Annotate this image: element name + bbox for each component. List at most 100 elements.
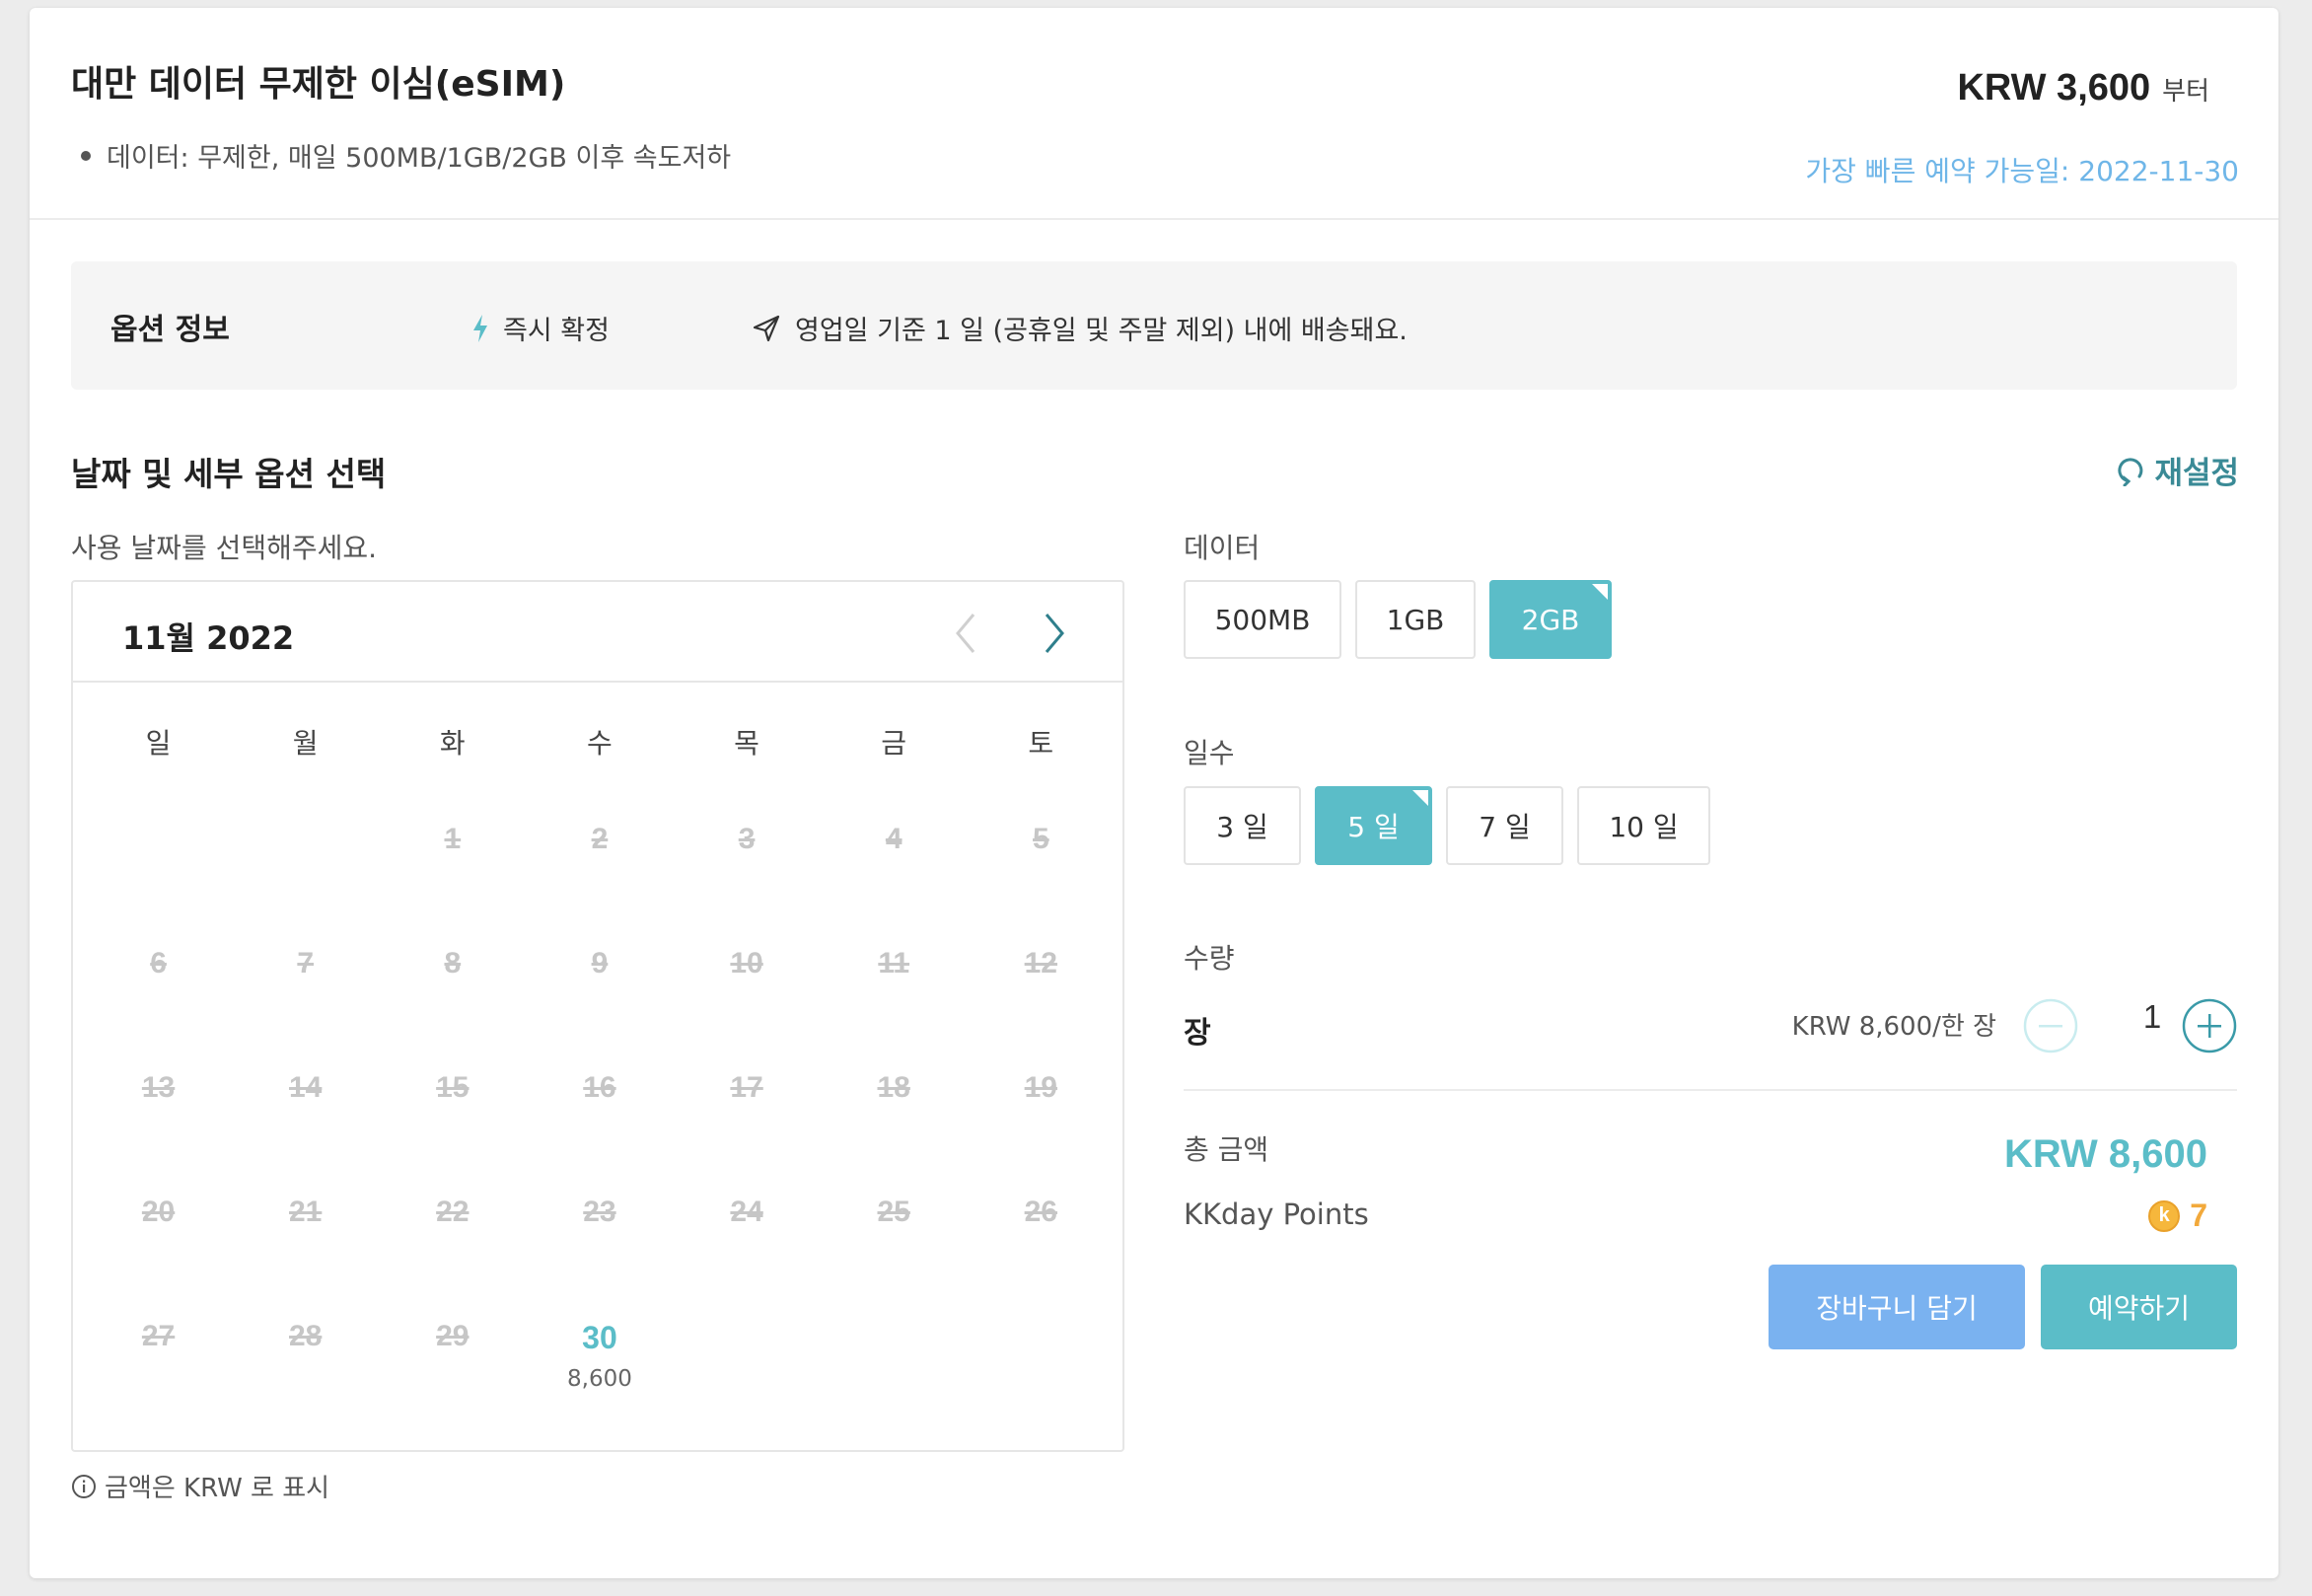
calendar-week: 6 7 8 9 10 11 12 [85, 947, 1115, 1071]
calendar-week: 27 28 29 30 8,600 [85, 1320, 1115, 1444]
weekday-label: 금 [881, 727, 907, 760]
points-label: KKday Points [1184, 1197, 1369, 1231]
data-option-0[interactable]: 500MB [1184, 580, 1341, 659]
add-to-cart-button[interactable]: 장바구니 담기 [1769, 1265, 2025, 1349]
calendar-empty-cell [232, 823, 379, 947]
prev-month-button[interactable] [941, 606, 990, 661]
calendar-day-disabled: 2 [526, 823, 673, 947]
data-option-label: 데이터 [1184, 532, 1261, 564]
calendar-day-disabled: 8 [379, 947, 526, 1071]
chevron-left-icon [956, 614, 975, 653]
quantity-unit-name: 장 [1184, 1016, 1211, 1051]
decrease-quantity-button[interactable] [2023, 998, 2078, 1053]
earliest-date: 가장 빠른 예약 가능일: 2022-11-30 [1805, 155, 2239, 187]
days-option-2[interactable]: 7 일 [1446, 786, 1563, 865]
days-options: 3 일5 일7 일 10 일 [1184, 786, 1724, 865]
calendar-day-number: 14 [289, 1071, 323, 1104]
calendar-day-disabled: 17 [674, 1071, 821, 1196]
calendar-day-number: 5 [1032, 823, 1049, 855]
product-header: 대만 데이터 무제한 이심(eSIM) 데이터: 무제한, 매일 500MB/1… [30, 8, 2278, 220]
calendar-day-disabled: 4 [821, 823, 968, 947]
increase-quantity-button[interactable] [2182, 998, 2237, 1053]
days-option-0[interactable]: 3 일 [1184, 786, 1301, 865]
price-suffix: 부터 [2162, 77, 2209, 107]
calendar-weekdays: 일월화수목금토 [85, 722, 1115, 762]
reset-button[interactable]: 재설정 [2115, 448, 2239, 492]
calendar-day-disabled: 20 [85, 1196, 232, 1320]
calendar-day-disabled: 7 [232, 947, 379, 1071]
calendar-day-number: 9 [591, 947, 609, 979]
calendar-day-number: 28 [289, 1320, 323, 1352]
currency-note: 금액은 KRW 로 표시 [71, 1468, 329, 1504]
calendar-day-number: 4 [885, 823, 903, 855]
calendar-grid: 1 2 3 4 5 6 7 8 9 10 11 12 13 14 15 16 17 18 19 20 21 22 23 24 2… [85, 823, 1115, 1444]
calendar-day-number: 18 [877, 1071, 910, 1104]
minus-icon [2023, 998, 2078, 1053]
product-title: 대만 데이터 무제한 이심(eSIM) [71, 64, 566, 105]
calendar-day-disabled: 23 [526, 1196, 673, 1320]
data-options: 500MB 1GB 2GB [1184, 580, 1626, 659]
chevron-right-icon [1045, 614, 1064, 653]
product-price: KRW 3,600 부터 [1957, 67, 2209, 109]
send-icon [753, 315, 780, 341]
calendar-day-disabled: 28 [232, 1320, 379, 1444]
calendar-day-disabled: 10 [674, 947, 821, 1071]
calendar-day-disabled: 3 [674, 823, 821, 947]
section-title: 날짜 및 세부 옵션 선택 [71, 455, 387, 493]
instant-confirm: 즉시 확정 [471, 309, 610, 347]
calendar-day-number: 3 [738, 823, 756, 855]
plus-icon [2182, 998, 2237, 1053]
option-info-label: 옵션 정보 [110, 313, 230, 347]
kkday-coin-icon: k [2148, 1199, 2181, 1232]
data-option-2[interactable]: 2GB [1489, 580, 1612, 659]
option-info-box: 옵션 정보 즉시 확정 영업일 기준 1 일 (공휴일 및 주말 제외) 내에 … [71, 261, 2237, 390]
calendar-day-number: 20 [141, 1196, 176, 1228]
days-option-1[interactable]: 5 일 [1315, 786, 1432, 865]
book-now-button[interactable]: 예약하기 [2041, 1265, 2237, 1349]
calendar-day-disabled: 25 [821, 1196, 968, 1320]
calendar-day-number: 22 [436, 1196, 470, 1228]
calendar-day-number: 19 [1024, 1071, 1057, 1104]
delivery-info: 영업일 기준 1 일 (공휴일 및 주말 제외) 내에 배송돼요. [752, 309, 1408, 347]
weekday-label: 목 [734, 727, 759, 760]
quantity-value[interactable]: 1 [2123, 998, 2182, 1036]
days-option-3[interactable]: 10 일 [1577, 786, 1710, 865]
calendar-empty-cell [85, 823, 232, 947]
price-amount: KRW 3,600 [1957, 67, 2151, 109]
total-amount: KRW 8,600 [2003, 1132, 2207, 1176]
next-month-button[interactable] [1030, 606, 1079, 661]
total-label: 총 금액 [1184, 1133, 1269, 1166]
calendar-day-number: 30 [582, 1320, 617, 1355]
calendar-day-number: 12 [1024, 947, 1057, 979]
calendar-day-number: 11 [878, 947, 910, 979]
instant-confirm-text: 즉시 확정 [503, 316, 610, 346]
calendar-header: 11월 2022 [73, 582, 1122, 683]
days-option-label: 일수 [1184, 737, 1235, 769]
calendar-day-disabled: 16 [526, 1071, 673, 1196]
currency-note-text: 금액은 KRW 로 표시 [105, 1474, 330, 1503]
calendar-day-disabled: 18 [821, 1071, 968, 1196]
unit-price: KRW 8,600/한 장 [1791, 1012, 1996, 1042]
calendar-day-number: 29 [436, 1320, 470, 1352]
calendar-day-number: 17 [730, 1071, 763, 1104]
calendar-day-disabled: 13 [85, 1071, 232, 1196]
calendar-day-disabled: 27 [85, 1320, 232, 1444]
calendar-day-disabled: 19 [968, 1071, 1115, 1196]
weekday-label: 월 [292, 727, 319, 760]
calendar-day-disabled: 21 [232, 1196, 379, 1320]
calendar-day-disabled: 5 [968, 823, 1115, 947]
calendar-day-number: 7 [297, 947, 315, 979]
calendar-empty-cell [674, 1320, 821, 1444]
calendar-day-disabled: 24 [674, 1196, 821, 1320]
product-bullet-text: 데이터: 무제한, 매일 500MB/1GB/2GB 이후 속도저하 [107, 143, 732, 174]
calendar-day-disabled: 6 [85, 947, 232, 1071]
calendar-day-number: 24 [730, 1196, 763, 1228]
data-option-1[interactable]: 1GB [1355, 580, 1476, 659]
points-value: k 7 [2148, 1197, 2207, 1234]
calendar-day-disabled: 22 [379, 1196, 526, 1320]
calendar-week: 13 14 15 16 17 18 19 [85, 1071, 1115, 1196]
calendar-day-available[interactable]: 30 8,600 [526, 1320, 673, 1444]
weekday-label: 수 [587, 727, 613, 760]
reset-label: 재설정 [2154, 456, 2239, 491]
calendar-day-number: 1 [444, 823, 462, 855]
